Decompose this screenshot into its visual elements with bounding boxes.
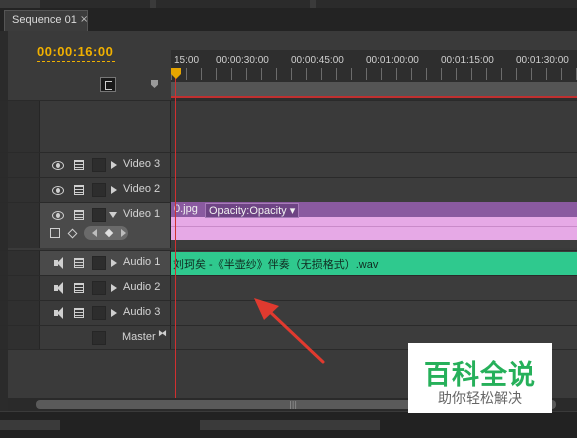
tab-label: Sequence 01: [12, 14, 77, 26]
opacity-line[interactable]: [171, 226, 577, 227]
expand-triangle-icon[interactable]: [111, 284, 117, 292]
bottom-panel-strip: [0, 412, 577, 438]
watermark-subtitle: 助你轻松解决: [438, 391, 522, 407]
track-name: Video 3: [123, 158, 161, 170]
eye-icon[interactable]: [52, 186, 64, 195]
sync-lock-icon[interactable]: [74, 283, 84, 293]
collapse-triangle-icon[interactable]: [109, 212, 117, 218]
track-name: Master: [122, 331, 156, 343]
speaker-icon[interactable]: [54, 282, 68, 294]
video-clip-name: 0.jpg: [174, 203, 198, 215]
track-header: Video 3: [8, 153, 171, 177]
lock-toggle[interactable]: [92, 183, 106, 197]
film-icon[interactable]: [74, 160, 84, 170]
eye-icon[interactable]: [52, 161, 64, 170]
timecode-display[interactable]: 00:00:16:00: [37, 44, 113, 59]
expand-triangle-icon[interactable]: [111, 309, 117, 317]
track-audio-2: Audio 2: [0, 275, 577, 300]
track-audio-3: Audio 3: [0, 300, 577, 325]
playhead-line[interactable]: [175, 68, 176, 398]
lock-toggle[interactable]: [92, 306, 106, 320]
eye-icon[interactable]: [52, 211, 64, 220]
top-panel-strip: [0, 0, 577, 8]
next-keyframe-icon[interactable]: [121, 229, 126, 237]
ruler-ticks: [171, 68, 577, 80]
track-name: Video 1: [123, 208, 161, 220]
ruler-label: 15:00: [174, 55, 200, 66]
scrollbar-grip-icon: |||: [289, 400, 298, 409]
lock-toggle[interactable]: [92, 281, 106, 295]
track-header: Audio 1: [8, 251, 171, 275]
track-video-2: Video 2: [0, 177, 577, 202]
timecode-underline: [37, 61, 115, 62]
display-style-icon[interactable]: [50, 228, 60, 238]
expand-triangle-icon[interactable]: [111, 259, 117, 267]
track-name: Audio 2: [123, 281, 161, 293]
expand-triangle-icon[interactable]: [111, 161, 117, 169]
speaker-icon[interactable]: [54, 307, 68, 319]
speaker-icon[interactable]: [54, 257, 68, 269]
film-icon[interactable]: [74, 185, 84, 195]
audio-clip-name: 刘珂矣 -《半壶纱》伴奏（无损格式）.wav: [173, 259, 379, 271]
watermark-title: 百科全说: [424, 360, 536, 391]
ruler-label: 00:00:30:00: [216, 55, 269, 66]
work-area-bar[interactable]: [171, 82, 577, 96]
ruler-label: 00:01:30:00: [516, 55, 569, 66]
track-name: Audio 3: [123, 306, 161, 318]
snap-icon[interactable]: [100, 77, 116, 92]
master-bowtie-icon: ⧓: [158, 329, 167, 339]
track-header: Video 2: [8, 178, 171, 202]
expand-triangle-icon[interactable]: [111, 186, 117, 194]
track-header: Audio 3: [8, 301, 171, 325]
ruler-label: 00:00:45:00: [291, 55, 344, 66]
opacity-dropdown[interactable]: Opacity:Opacity ▾: [205, 203, 300, 218]
film-icon[interactable]: [74, 210, 84, 220]
track-header: Audio 2: [8, 276, 171, 300]
lock-toggle[interactable]: [92, 208, 106, 222]
lock-toggle[interactable]: [92, 158, 106, 172]
previous-keyframe-icon[interactable]: [92, 229, 97, 237]
track-name: Video 2: [123, 183, 161, 195]
tab-sequence-01[interactable]: Sequence 01 ×: [4, 10, 88, 31]
track-header: Master: [8, 326, 171, 349]
track-video-3: Video 3: [0, 152, 577, 177]
render-bar: [171, 96, 577, 98]
ruler-label: 00:01:00:00: [366, 55, 419, 66]
lock-toggle[interactable]: [92, 256, 106, 270]
close-icon[interactable]: ×: [80, 14, 88, 25]
ruler-label: 00:01:15:00: [441, 55, 494, 66]
track-name: Audio 1: [123, 256, 161, 268]
sync-lock-icon[interactable]: [74, 258, 84, 268]
lock-toggle[interactable]: [92, 331, 106, 345]
empty-track-area: [0, 100, 577, 152]
sync-lock-icon[interactable]: [74, 308, 84, 318]
